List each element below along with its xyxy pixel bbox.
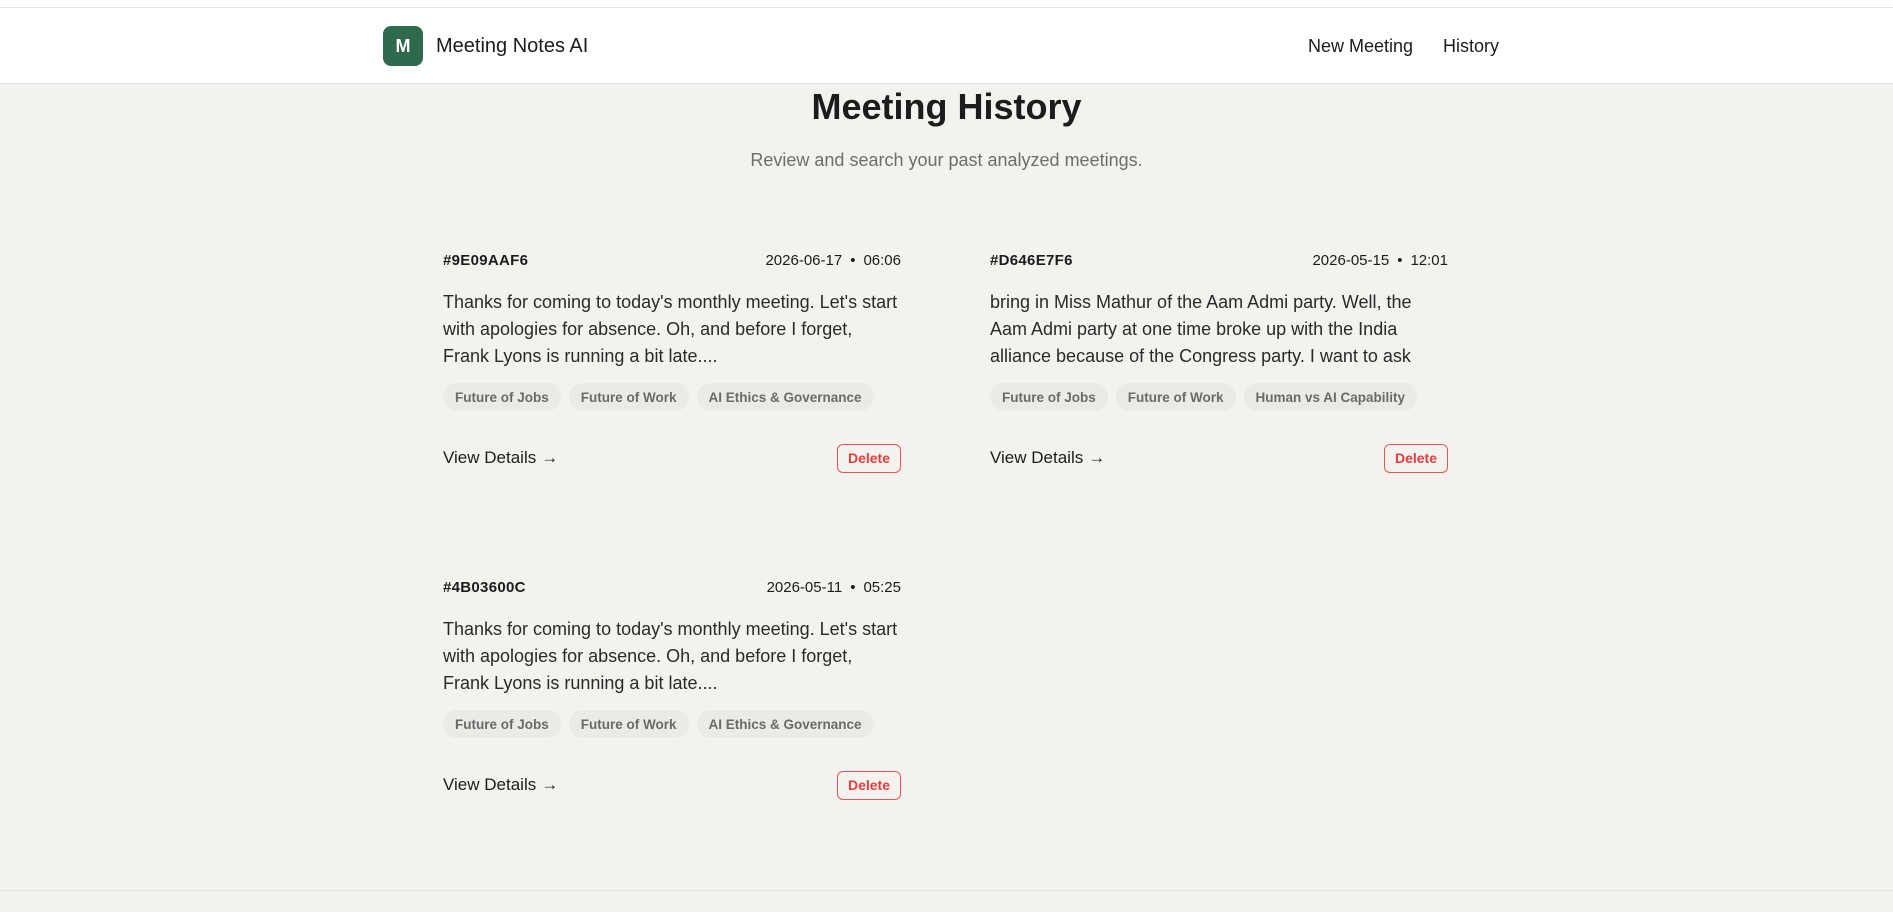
view-details-link[interactable]: View Details → [443, 448, 558, 468]
arrow-right-icon: → [541, 775, 559, 794]
delete-button[interactable]: Delete [836, 770, 901, 800]
app-header: M Meeting Notes AI New Meeting History [0, 8, 1893, 84]
topic-tag: AI Ethics & Governance [696, 383, 874, 411]
card-header: #D646E7F6 2026-05-15 • 12:01 [990, 249, 1448, 271]
meeting-time: 12:01 [1410, 251, 1448, 269]
brand[interactable]: M Meeting Notes AI [383, 26, 588, 66]
tag-list: Future of Jobs Future of Work Human vs A… [990, 383, 1448, 411]
topic-tag: Future of Work [1115, 383, 1236, 411]
meeting-card: #9E09AAF6 2026-06-17 • 06:06 Thanks for … [443, 249, 901, 489]
topic-tag: Human vs AI Capability [1243, 383, 1418, 411]
meeting-date: 2026-05-11 [766, 578, 843, 596]
meeting-id: #9E09AAF6 [443, 251, 529, 269]
card-footer: View Details → Delete [443, 770, 901, 800]
separator-dot: • [850, 578, 856, 596]
view-details-label: View Details [443, 448, 537, 467]
arrow-right-icon: → [1088, 448, 1106, 467]
view-details-link[interactable]: View Details → [990, 448, 1105, 468]
topic-tag: Future of Jobs [443, 383, 561, 411]
meeting-time: 05:25 [863, 578, 901, 596]
card-header: #4B03600C 2026-05-11 • 05:25 [443, 576, 901, 598]
view-details-link[interactable]: View Details → [443, 775, 558, 795]
meeting-excerpt: Thanks for coming to today's monthly mee… [443, 292, 898, 366]
view-details-label: View Details [990, 448, 1084, 467]
topic-tag: Future of Jobs [990, 383, 1108, 411]
topic-tag: Future of Work [568, 710, 689, 738]
topic-tag: Future of Jobs [443, 710, 561, 738]
separator-dot: • [850, 251, 856, 269]
nav-new-meeting[interactable]: New Meeting [1308, 36, 1413, 57]
meeting-date: 2026-05-15 [1312, 251, 1390, 269]
logo-icon: M [383, 26, 423, 66]
card-footer: View Details → Delete [443, 443, 901, 473]
meeting-id: #D646E7F6 [990, 251, 1073, 269]
meeting-datetime: 2026-05-11 • 05:25 [767, 579, 901, 596]
separator-dot: • [1397, 251, 1403, 269]
meeting-datetime: 2026-05-15 • 12:01 [1312, 252, 1448, 269]
view-details-label: View Details [443, 775, 537, 794]
meeting-date: 2026-06-17 [765, 251, 843, 269]
page-title: Meeting History [811, 86, 1082, 127]
page-subtitle: Review and search your past analyzed mee… [750, 150, 1143, 170]
top-strip [0, 0, 1893, 8]
meeting-datetime: 2026-06-17 • 06:06 [765, 252, 901, 269]
delete-button[interactable]: Delete [1383, 443, 1448, 473]
tag-list: Future of Jobs Future of Work AI Ethics … [443, 710, 901, 738]
meeting-card: #D646E7F6 2026-05-15 • 12:01 bring in Mi… [990, 249, 1448, 489]
footer-divider [0, 890, 1893, 891]
arrow-right-icon: → [541, 448, 559, 467]
meeting-excerpt: bring in Miss Mathur of the Aam Admi par… [990, 292, 1412, 366]
meeting-excerpt: Thanks for coming to today's monthly mee… [443, 619, 898, 693]
meeting-card: #4B03600C 2026-05-11 • 05:25 Thanks for … [443, 576, 901, 816]
tag-list: Future of Jobs Future of Work AI Ethics … [443, 383, 901, 411]
app-title: Meeting Notes AI [436, 34, 589, 57]
meeting-id: #4B03600C [443, 578, 526, 596]
card-header: #9E09AAF6 2026-06-17 • 06:06 [443, 249, 901, 271]
card-footer: View Details → Delete [990, 443, 1448, 473]
topic-tag: Future of Work [568, 383, 689, 411]
delete-button[interactable]: Delete [836, 443, 901, 473]
meeting-time: 06:06 [863, 251, 901, 269]
main-nav: New Meeting History [1308, 34, 1499, 58]
nav-history[interactable]: History [1443, 36, 1499, 57]
topic-tag: AI Ethics & Governance [696, 710, 874, 738]
